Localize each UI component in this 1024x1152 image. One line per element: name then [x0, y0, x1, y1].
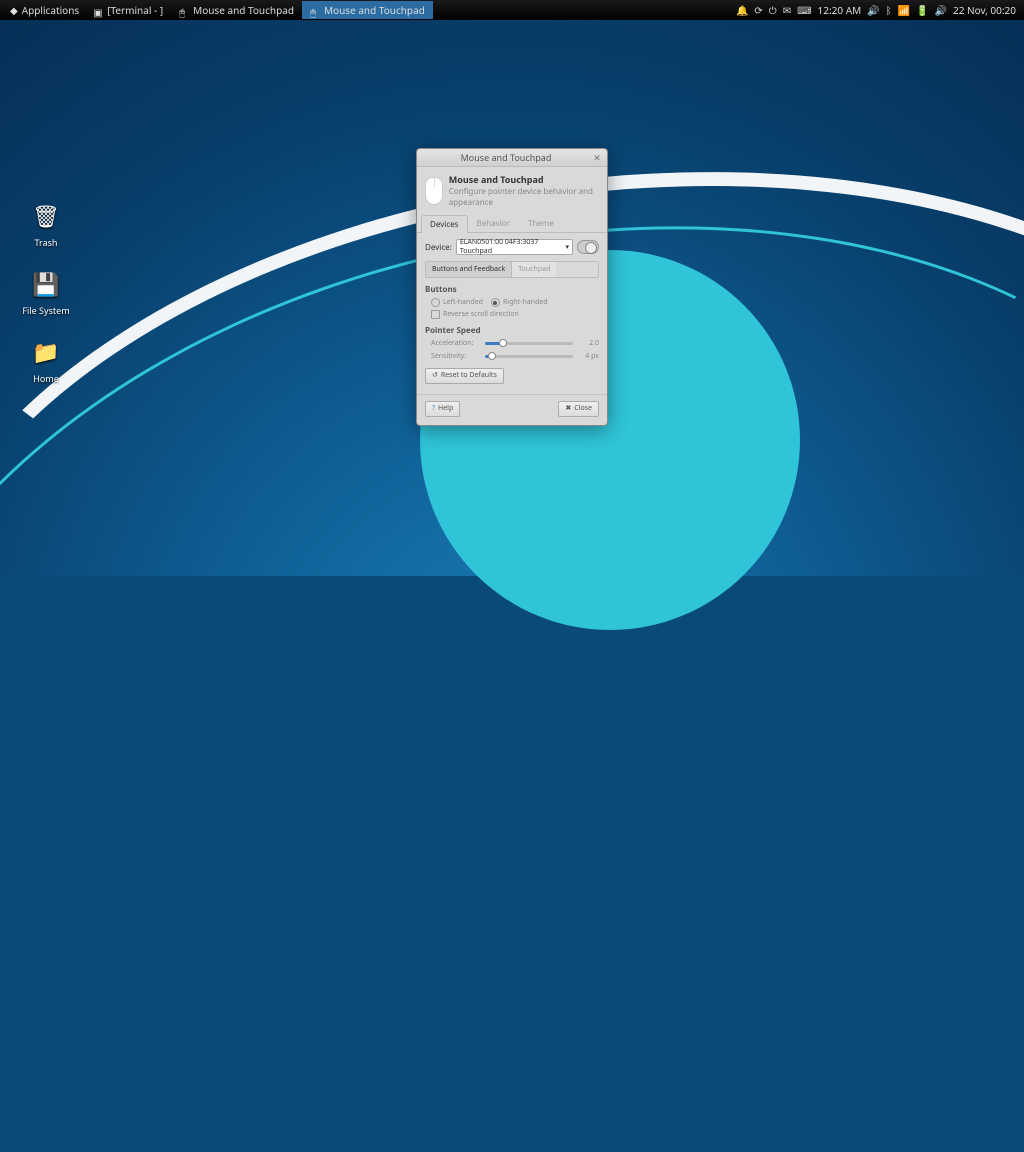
header-title: Mouse and Touchpad	[449, 173, 599, 186]
button-label: Help	[438, 404, 453, 413]
desktop-icon-filesystem[interactable]: 💾 File System	[16, 268, 76, 317]
button-label: Close	[574, 404, 592, 413]
mouse-icon: 🖱	[310, 5, 320, 15]
acceleration-slider[interactable]	[485, 342, 573, 345]
reset-defaults-button[interactable]: ↺ Reset to Defaults	[425, 368, 504, 384]
window-close-button[interactable]: ✕	[591, 152, 603, 164]
folder-icon: 📁	[30, 336, 62, 368]
volume-icon-2[interactable]: 🔊	[935, 3, 947, 17]
speed-group-title: Pointer Speed	[425, 325, 599, 336]
applications-label: Applications	[22, 3, 79, 17]
wifi-icon[interactable]: 📶	[898, 3, 910, 17]
reset-icon: ↺	[432, 371, 438, 380]
device-combo[interactable]: ELAN0501:00 04F3:3037 Touchpad ▾	[456, 239, 573, 255]
device-value: ELAN0501:00 04F3:3037 Touchpad	[460, 238, 566, 256]
checkbox-label: Reverse scroll direction	[443, 310, 519, 319]
task-label: Mouse and Touchpad	[324, 3, 425, 17]
taskbar-item-terminal[interactable]: ▣ [Terminal - ]	[85, 1, 171, 19]
close-button[interactable]: ✖ Close	[558, 401, 599, 417]
mouse-device-icon	[425, 177, 443, 205]
subtab-touchpad[interactable]: Touchpad	[512, 262, 556, 277]
keyboard-icon[interactable]: ⌨	[797, 3, 811, 17]
sensitivity-value: 4 px	[577, 352, 599, 361]
header-subtitle: Configure pointer device behavior and ap…	[449, 186, 599, 208]
radio-label: Right-handed	[503, 298, 548, 307]
button-label: Reset to Defaults	[441, 371, 497, 380]
drive-icon: 💾	[30, 268, 62, 300]
clock-date[interactable]: 22 Nov, 00:20	[953, 3, 1016, 17]
subtab-buttons-feedback[interactable]: Buttons and Feedback	[426, 262, 512, 277]
sub-tabs: Buttons and Feedback Touchpad	[425, 261, 599, 278]
mail-icon[interactable]: ✉	[783, 3, 791, 17]
buttons-group: Buttons Left-handed Right-handed Reverse…	[425, 284, 599, 319]
icon-label: Home	[16, 372, 76, 385]
window-header: Mouse and Touchpad Configure pointer dev…	[417, 167, 607, 214]
mouse-icon: 🖱	[179, 5, 189, 15]
window-titlebar[interactable]: Mouse and Touchpad ✕	[417, 149, 607, 167]
sensitivity-slider[interactable]	[485, 355, 573, 358]
tab-devices[interactable]: Devices	[421, 215, 468, 233]
acceleration-value: 2.0	[577, 339, 599, 348]
power-icon[interactable]: ⏻	[769, 3, 777, 17]
sync-icon[interactable]: ⟳	[754, 3, 762, 17]
tab-behavior[interactable]: Behavior	[468, 214, 519, 232]
sensitivity-label: Sensitivity:	[431, 352, 481, 361]
slider-thumb[interactable]	[488, 352, 496, 360]
settings-window: Mouse and Touchpad ✕ Mouse and Touchpad …	[416, 148, 608, 426]
chevron-down-icon: ▾	[565, 243, 569, 252]
taskbar-item-mouse-2[interactable]: 🖱 Mouse and Touchpad	[302, 1, 433, 19]
acceleration-label: Acceleration:	[431, 339, 481, 348]
bluetooth-icon[interactable]: ᛒ	[886, 3, 892, 17]
close-icon: ✖	[565, 404, 571, 413]
radio-label: Left-handed	[443, 298, 483, 307]
desktop-icon-trash[interactable]: 🗑 Trash	[16, 200, 76, 249]
xfce-logo-icon: ◆	[10, 3, 18, 17]
radio-icon	[491, 298, 500, 307]
checkbox-icon	[431, 310, 440, 319]
icon-label: File System	[16, 304, 76, 317]
radio-right-handed[interactable]: Right-handed	[491, 298, 548, 307]
battery-icon[interactable]: 🔋	[916, 3, 928, 17]
radio-icon	[431, 298, 440, 307]
main-tabs: Devices Behavior Theme	[417, 214, 607, 233]
device-enable-toggle[interactable]	[577, 240, 599, 254]
slider-thumb[interactable]	[499, 339, 507, 347]
system-tray: 🔔 ⟳ ⏻ ✉ ⌨ 12:20 AM 🔊 ᛒ 📶 🔋 🔊 22 Nov, 00:…	[732, 3, 1020, 17]
notification-icon[interactable]: 🔔	[736, 3, 748, 17]
volume-icon[interactable]: 🔊	[867, 3, 879, 17]
trash-icon: 🗑	[30, 200, 62, 232]
taskbar-item-mouse-1[interactable]: 🖱 Mouse and Touchpad	[171, 1, 302, 19]
terminal-icon: ▣	[93, 5, 103, 15]
help-icon: ?	[432, 404, 435, 413]
buttons-group-title: Buttons	[425, 284, 599, 295]
help-button[interactable]: ? Help	[425, 401, 460, 417]
window-title: Mouse and Touchpad	[421, 151, 591, 164]
task-label: Mouse and Touchpad	[193, 3, 294, 17]
applications-menu[interactable]: ◆ Applications	[4, 3, 85, 17]
task-label: [Terminal - ]	[107, 3, 163, 17]
tab-theme[interactable]: Theme	[519, 214, 563, 232]
icon-label: Trash	[16, 236, 76, 249]
clock-time[interactable]: 12:20 AM	[818, 3, 862, 17]
desktop-icon-home[interactable]: 📁 Home	[16, 336, 76, 385]
top-panel: ◆ Applications ▣ [Terminal - ] 🖱 Mouse a…	[0, 0, 1024, 20]
device-label: Device:	[425, 242, 452, 253]
checkbox-reverse-scroll[interactable]: Reverse scroll direction	[425, 310, 599, 319]
radio-left-handed[interactable]: Left-handed	[431, 298, 483, 307]
pointer-speed-group: Pointer Speed Acceleration: 2.0 Sensitiv…	[425, 325, 599, 361]
